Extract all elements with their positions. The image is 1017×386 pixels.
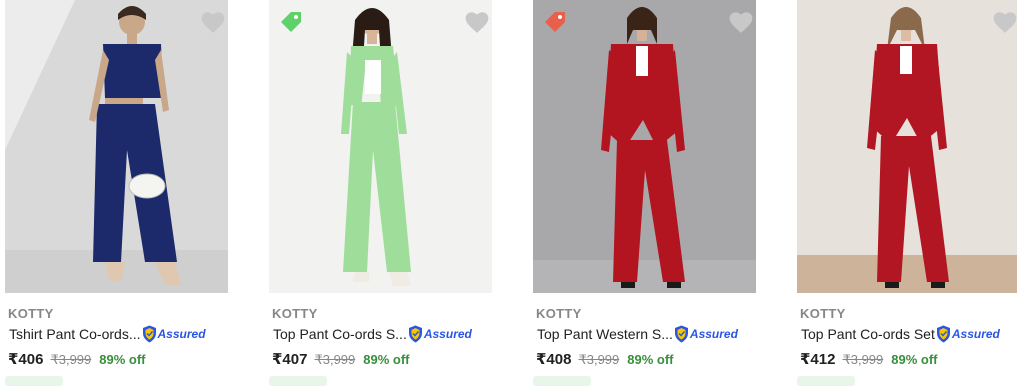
brand-name: KOTTY — [800, 306, 846, 321]
original-price: ₹3,999 — [842, 352, 884, 367]
discount-label: 89% off — [363, 352, 410, 367]
product-title[interactable]: Top Pant Western S... — [537, 326, 673, 342]
original-price: ₹3,999 — [578, 352, 620, 367]
product-title[interactable]: Tshirt Pant Co-ords... — [9, 326, 141, 342]
selling-price: ₹406 — [8, 351, 44, 368]
assured-badge: Assured — [936, 325, 1000, 343]
selling-price: ₹407 — [272, 351, 308, 368]
brand-name: KOTTY — [536, 306, 582, 321]
product-card[interactable]: KOTTY Top Pant Co-ords S... Assured ₹407… — [269, 0, 492, 386]
discount-label: 89% off — [627, 352, 674, 367]
offer-tag — [797, 376, 855, 386]
heart-icon[interactable] — [728, 10, 754, 34]
shield-icon — [142, 325, 156, 343]
assured-label: Assured — [423, 327, 472, 341]
product-image[interactable] — [533, 0, 756, 293]
discount-label: 89% off — [99, 352, 146, 367]
price-tag-icon — [281, 12, 301, 32]
assured-badge: Assured — [674, 325, 738, 343]
assured-badge: Assured — [408, 325, 472, 343]
product-card[interactable]: KOTTY Top Pant Western S... Assured ₹408… — [533, 0, 756, 386]
offer-tag — [533, 376, 591, 386]
original-price: ₹3,999 — [50, 352, 92, 367]
offer-tag — [269, 376, 327, 386]
assured-badge: Assured — [142, 325, 206, 343]
product-image[interactable] — [269, 0, 492, 293]
shield-icon — [674, 325, 688, 343]
product-card[interactable]: KOTTY Top Pant Co-ords Set Assured ₹412 … — [797, 0, 1017, 386]
heart-icon[interactable] — [992, 10, 1017, 34]
shield-icon — [408, 325, 422, 343]
heart-icon[interactable] — [464, 10, 490, 34]
assured-label: Assured — [951, 327, 1000, 341]
assured-label: Assured — [689, 327, 738, 341]
original-price: ₹3,999 — [314, 352, 356, 367]
selling-price: ₹408 — [536, 351, 572, 368]
product-title[interactable]: Top Pant Co-ords Set — [801, 326, 935, 342]
discount-label: 89% off — [891, 352, 938, 367]
offer-tag — [5, 376, 63, 386]
brand-name: KOTTY — [8, 306, 54, 321]
product-image[interactable] — [5, 0, 228, 293]
heart-icon[interactable] — [200, 10, 226, 34]
price-tag-icon — [545, 12, 565, 32]
product-card[interactable]: KOTTY Tshirt Pant Co-ords... Assured ₹40… — [5, 0, 228, 386]
product-title[interactable]: Top Pant Co-ords S... — [273, 326, 407, 342]
product-image[interactable] — [797, 0, 1017, 293]
shield-icon — [936, 325, 950, 343]
brand-name: KOTTY — [272, 306, 318, 321]
selling-price: ₹412 — [800, 351, 836, 368]
assured-label: Assured — [157, 327, 206, 341]
